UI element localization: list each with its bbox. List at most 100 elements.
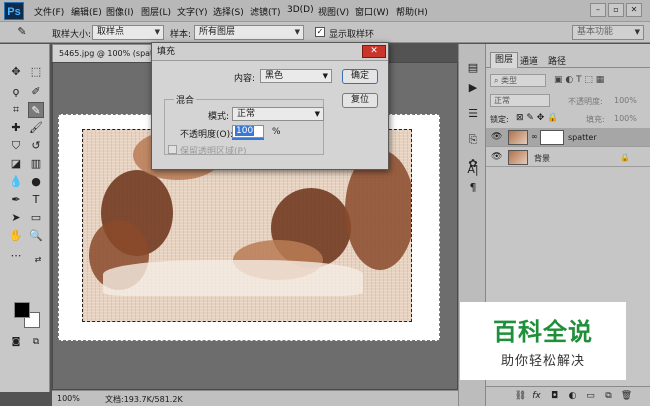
tab-channels[interactable]: 通道 bbox=[520, 54, 538, 67]
preserve-transparency-checkbox[interactable] bbox=[168, 145, 177, 154]
type-tool-icon[interactable]: T bbox=[28, 192, 44, 208]
lock-icon: 🔒 bbox=[620, 153, 630, 162]
lasso-tool-icon[interactable]: ϙ bbox=[8, 84, 24, 100]
document-size: 文档:193.7K/581.2K bbox=[105, 395, 183, 404]
add-mask-icon[interactable]: ◘ bbox=[548, 390, 561, 403]
fill-label: 填充: bbox=[586, 115, 605, 124]
layer-thumbnail bbox=[508, 150, 528, 165]
healing-brush-icon[interactable]: ✚ bbox=[8, 120, 24, 136]
opacity-input[interactable]: 100 bbox=[232, 125, 264, 138]
reset-button[interactable]: 复位 bbox=[342, 93, 378, 108]
menu-filter[interactable]: 滤镜(T) bbox=[250, 5, 281, 18]
marquee-tool-icon[interactable]: ⬚ bbox=[28, 64, 44, 80]
preserve-transparency-label: 保留透明区域(P) bbox=[180, 147, 247, 157]
opacity-label: 不透明度(O): bbox=[180, 130, 234, 140]
dialog-close-button[interactable]: ✕ bbox=[362, 45, 386, 58]
chevron-down-icon: ▼ bbox=[314, 110, 320, 118]
link-icon: ∞ bbox=[531, 132, 538, 141]
sample-size-select[interactable]: 取样点 ▼ bbox=[92, 25, 164, 40]
eyedropper-tool-icon[interactable]: ✎ bbox=[28, 102, 44, 118]
quick-mask-icon[interactable]: ◙ bbox=[8, 334, 24, 350]
new-group-icon[interactable]: ▭ bbox=[584, 390, 597, 403]
menu-edit[interactable]: 编辑(E) bbox=[71, 5, 102, 18]
blend-mode-select[interactable]: 正常 bbox=[490, 94, 550, 107]
watermark-logo: 百科全说 助你轻松解决 bbox=[460, 302, 626, 380]
quick-select-icon[interactable]: ✐ bbox=[28, 84, 44, 100]
eraser-tool-icon[interactable]: ◪ bbox=[8, 156, 24, 172]
mode-select[interactable]: 正常 ▼ bbox=[232, 107, 324, 121]
tab-layers[interactable]: 图层 bbox=[490, 52, 519, 68]
fx-icon[interactable]: fx bbox=[530, 390, 543, 403]
filter-icons[interactable]: ▣ ◐ T ⬚ ▦ bbox=[554, 75, 644, 85]
document-tab[interactable]: 5465.jpg @ 100% (spatter bbox=[52, 44, 152, 62]
opacity-slider[interactable] bbox=[232, 138, 264, 140]
status-bar: 100% 文档:193.7K/581.2K bbox=[52, 390, 458, 406]
clone-stamp-icon[interactable]: ⛉ bbox=[8, 138, 24, 154]
ok-button[interactable]: 确定 bbox=[342, 69, 378, 84]
menu-3d[interactable]: 3D(D) bbox=[287, 5, 314, 15]
show-ring-checkbox[interactable]: ✓ bbox=[315, 27, 325, 37]
menu-view[interactable]: 视图(V) bbox=[318, 5, 349, 18]
gradient-tool-icon[interactable]: ▥ bbox=[28, 156, 44, 172]
menu-layer[interactable]: 图层(L) bbox=[141, 5, 171, 18]
menu-window[interactable]: 窗口(W) bbox=[355, 5, 389, 18]
search-icon: ⌕ bbox=[494, 76, 502, 85]
fill-dialog: 填充 ✕ 内容: 黑色 ▼ 确定 复位 混合 模式: 正常 ▼ 不透明度(O): 1… bbox=[151, 42, 389, 170]
trash-icon[interactable]: 🗑 bbox=[620, 390, 633, 403]
path-select-icon[interactable]: ➤ bbox=[8, 210, 24, 226]
foreground-color-swatch[interactable] bbox=[14, 302, 30, 318]
hand-tool-icon[interactable]: ✋ bbox=[8, 228, 24, 244]
eyedropper-icon[interactable]: ✎ bbox=[14, 24, 30, 40]
more-tools-icon[interactable]: ⋯ bbox=[8, 248, 24, 264]
shape-tool-icon[interactable]: ▭ bbox=[28, 210, 44, 226]
chevron-down-icon: ▼ bbox=[634, 28, 640, 36]
content-select[interactable]: 黑色 ▼ bbox=[260, 69, 332, 83]
sample-select[interactable]: 所有图层 ▼ bbox=[194, 25, 304, 40]
window-close-button[interactable]: ✕ bbox=[626, 3, 642, 17]
restore-button[interactable]: ▫ bbox=[608, 3, 624, 17]
history-panel-icon[interactable]: ▤ bbox=[465, 60, 481, 76]
blur-tool-icon[interactable]: 💧 bbox=[8, 174, 24, 190]
move-tool-icon[interactable]: ✥ bbox=[8, 64, 24, 80]
workspace-select[interactable]: 基本功能 ▼ bbox=[572, 25, 644, 40]
menu-file[interactable]: 文件(F) bbox=[34, 5, 64, 18]
layer-thumbnail bbox=[508, 130, 528, 145]
actions-panel-icon[interactable]: ▶ bbox=[465, 80, 481, 96]
adjustment-layer-icon[interactable]: ◐ bbox=[566, 390, 579, 403]
dodge-tool-icon[interactable]: ● bbox=[28, 174, 44, 190]
zoom-level[interactable]: 100% bbox=[57, 394, 80, 403]
menu-help[interactable]: 帮助(H) bbox=[396, 5, 428, 18]
adjust-panel-icon[interactable]: ☰ bbox=[465, 106, 481, 122]
visibility-eye-icon[interactable]: 👁 bbox=[491, 152, 502, 162]
new-layer-icon[interactable]: ⧉ bbox=[602, 390, 615, 403]
tab-paths[interactable]: 路径 bbox=[548, 54, 566, 67]
sample-label: 样本: bbox=[170, 30, 192, 40]
menu-type[interactable]: 文字(Y) bbox=[177, 5, 208, 18]
character-icon[interactable]: A| bbox=[465, 162, 481, 178]
pen-tool-icon[interactable]: ✒ bbox=[8, 192, 24, 208]
layer-row-spatter[interactable]: 👁 ∞ spatter bbox=[486, 128, 650, 147]
layer-mask-thumbnail[interactable] bbox=[540, 130, 564, 145]
zoom-tool-icon[interactable]: 🔍 bbox=[28, 228, 44, 244]
lock-icons[interactable]: ⊠ ✎ ✥ 🔒 bbox=[516, 113, 576, 123]
layer-name: 背景 bbox=[534, 154, 550, 163]
crop-tool-icon[interactable]: ⌗ bbox=[8, 102, 24, 118]
chevron-down-icon: ▼ bbox=[154, 28, 160, 36]
paragraph-icon[interactable]: ¶ bbox=[465, 180, 481, 196]
fill-value[interactable]: 100% bbox=[614, 114, 648, 123]
show-ring-label: 显示取样环 bbox=[329, 30, 375, 40]
menu-select[interactable]: 选择(S) bbox=[213, 5, 244, 18]
link-layers-icon[interactable]: ⛓ bbox=[514, 390, 527, 403]
menu-image[interactable]: 图像(I) bbox=[106, 5, 134, 18]
layer-kind-filter[interactable]: ⌕ 类型 bbox=[490, 74, 546, 87]
brush-tool-icon[interactable]: 🖌 bbox=[28, 120, 44, 136]
clone-source-icon[interactable]: ⎘ bbox=[465, 132, 481, 148]
screen-mode-icon[interactable]: ⧉ bbox=[28, 334, 44, 350]
layer-row-background[interactable]: 👁 背景 🔒 bbox=[486, 148, 650, 167]
tools-panel: ✥ ⬚ ϙ ✐ ⌗ ✎ ✚ 🖌 ⛉ ↺ ◪ ▥ 💧 ● ✒ T ➤ ▭ ✋ 🔍 … bbox=[0, 44, 50, 392]
minimize-button[interactable]: – bbox=[590, 3, 606, 17]
layer-opacity-value[interactable]: 100% bbox=[614, 96, 648, 105]
visibility-eye-icon[interactable]: 👁 bbox=[491, 132, 502, 142]
history-brush-icon[interactable]: ↺ bbox=[28, 138, 44, 154]
swap-colors-icon[interactable]: ⇄ bbox=[30, 252, 46, 268]
